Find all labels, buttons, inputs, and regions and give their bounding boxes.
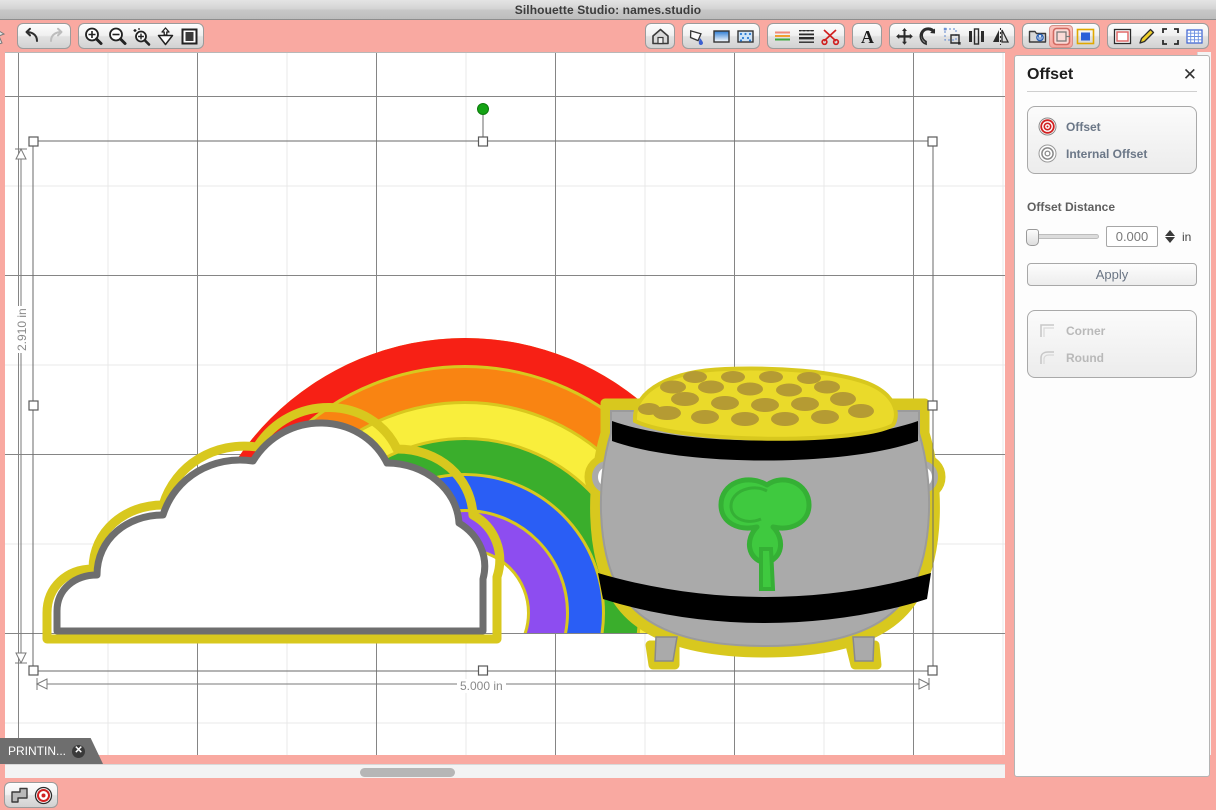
toolbar-group-fill <box>682 23 760 49</box>
status-tab-close-icon[interactable]: ✕ <box>72 744 86 758</box>
cutting-mat-button[interactable] <box>1110 25 1134 48</box>
close-icon[interactable]: ✕ <box>1183 66 1197 84</box>
artwork-rainbow-pot-of-gold[interactable] <box>5 53 1005 755</box>
horizontal-scrollbar-thumb[interactable] <box>360 768 455 777</box>
offset-distance-label: Offset Distance <box>1027 200 1116 214</box>
rotate-button[interactable] <box>916 25 940 48</box>
apply-button[interactable]: Apply <box>1027 263 1197 286</box>
zoom-in-button[interactable] <box>81 25 105 48</box>
toolbar-group-zoom <box>78 23 204 49</box>
toolbar-group-home <box>645 23 675 49</box>
window-title: Silhouette Studio: names.studio <box>514 2 702 17</box>
corner-option-label: Corner <box>1066 323 1106 338</box>
round-option[interactable]: Round <box>1032 344 1192 371</box>
page-setup-button[interactable]: M <box>1025 25 1049 48</box>
offset-distance-slider-knob[interactable] <box>1026 229 1039 246</box>
internal-offset-target-icon <box>1038 144 1057 163</box>
grid-button[interactable] <box>1182 25 1206 48</box>
main-toolbar: A M <box>0 20 1216 52</box>
pot-of-gold <box>584 366 946 670</box>
bottom-toolbar-group <box>4 782 58 808</box>
toolbar-group-line <box>767 23 845 49</box>
svg-text:M: M <box>1037 36 1042 42</box>
zoom-selection-button[interactable] <box>129 25 153 48</box>
align-button[interactable] <box>964 25 988 48</box>
toolbar-group-view <box>1107 23 1209 49</box>
status-tab-printing[interactable]: PRINTIN... ✕ <box>0 738 104 764</box>
svg-text:A: A <box>861 27 874 47</box>
pattern-fill-button[interactable] <box>733 25 757 48</box>
offset-panel: Offset ✕ Offset Internal Offset Offset D… <box>1014 55 1210 777</box>
actual-size-button[interactable] <box>177 25 201 48</box>
text-style-button[interactable]: A <box>855 25 879 48</box>
offset-type-group: Offset Internal Offset <box>1027 106 1197 174</box>
internal-offset-option-label: Internal Offset <box>1066 146 1148 161</box>
corner-type-group: Corner Round <box>1027 310 1197 378</box>
cut-settings-button[interactable] <box>818 25 842 48</box>
toolbar-group-history <box>17 23 71 49</box>
undo-button[interactable] <box>20 25 44 48</box>
offset-panel-title: Offset <box>1027 66 1074 83</box>
design-canvas[interactable]: 2.910 in 5.000 in <box>5 52 1005 755</box>
registration-marks-button[interactable] <box>1158 25 1182 48</box>
dimension-width-label: 5.000 in <box>457 677 506 695</box>
offset-distance-slider[interactable] <box>1026 229 1099 246</box>
fit-to-page-button[interactable] <box>153 25 177 48</box>
bottom-toolbar <box>0 780 1216 810</box>
zoom-out-button[interactable] <box>105 25 129 48</box>
toolbar-group-text: A <box>852 23 882 49</box>
offset-status-button[interactable] <box>31 784 55 807</box>
offset-distance-stepper[interactable] <box>1165 230 1175 243</box>
offset-distance-input[interactable]: 0.000 <box>1106 226 1158 247</box>
corner-option[interactable]: Corner <box>1032 317 1192 344</box>
offset-option-label: Offset <box>1066 119 1101 134</box>
offset-button[interactable] <box>1049 24 1073 48</box>
home-button[interactable] <box>648 25 672 48</box>
mirror-button[interactable] <box>988 25 1012 48</box>
internal-offset-option[interactable]: Internal Offset <box>1032 140 1192 167</box>
corner-round-icon <box>1040 351 1054 364</box>
stepper-up-icon[interactable] <box>1165 230 1175 236</box>
trace-button[interactable] <box>1073 25 1097 48</box>
offset-target-icon <box>1038 117 1057 136</box>
horizontal-scrollbar[interactable] <box>5 764 1005 778</box>
toolbar-overflow-edge <box>0 23 14 49</box>
corner-sharp-icon <box>1040 324 1054 337</box>
dimension-height-label: 2.910 in <box>15 306 29 353</box>
rotation-handle <box>477 103 489 115</box>
scale-button[interactable] <box>940 25 964 48</box>
stepper-down-icon[interactable] <box>1165 237 1175 243</box>
offset-distance-row: 0.000 in <box>1026 226 1197 247</box>
application-window: Silhouette Studio: names.studio A M 2.91… <box>0 0 1216 810</box>
offset-distance-unit: in <box>1182 229 1192 244</box>
status-tab-label: PRINTIN... <box>8 744 67 758</box>
weld-button[interactable] <box>7 784 31 807</box>
toolbar-group-transform <box>889 23 1015 49</box>
redo-button[interactable] <box>44 25 68 48</box>
fill-color-button[interactable] <box>685 25 709 48</box>
toolbar-group-modify: M <box>1022 23 1100 49</box>
offset-panel-header: Offset ✕ <box>1027 66 1197 92</box>
line-color-button[interactable] <box>770 25 794 48</box>
title-bar: Silhouette Studio: names.studio <box>0 0 1216 20</box>
offset-option[interactable]: Offset <box>1032 113 1192 140</box>
round-option-label: Round <box>1066 350 1104 365</box>
line-style-button[interactable] <box>794 25 818 48</box>
move-button[interactable] <box>892 25 916 48</box>
gradient-fill-button[interactable] <box>709 25 733 48</box>
pen-tool-button[interactable] <box>1134 25 1158 48</box>
